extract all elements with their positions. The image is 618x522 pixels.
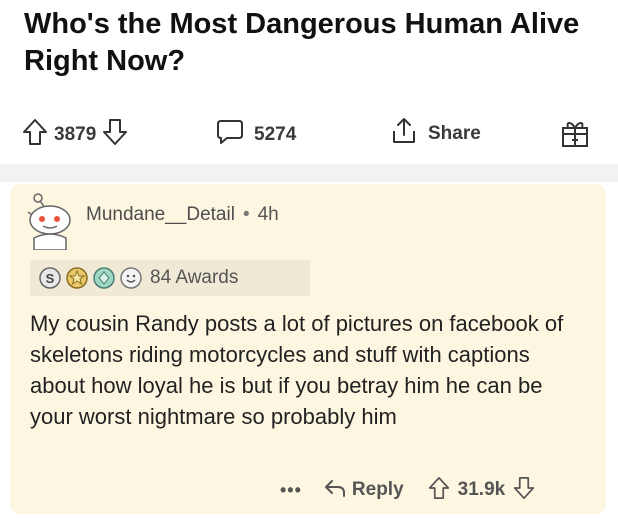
comment-score: 31.9k [457, 479, 506, 500]
award-button[interactable] [560, 118, 590, 153]
reply-button[interactable]: Reply [324, 478, 404, 503]
comments-button[interactable]: 5274 [216, 118, 296, 151]
comment-body: My cousin Randy posts a lot of pictures … [30, 311, 564, 429]
comment-username[interactable]: Mundane__Detail [86, 204, 235, 226]
comment-card: Mundane__Detail • 4h S 84 Awards My cous… [10, 184, 606, 514]
post-title: Who's the Most Dangerous Human Alive Rig… [24, 8, 580, 77]
post-vote-group: 3879 [22, 118, 128, 151]
wholesome-award-icon [119, 266, 143, 290]
comment-vote-group: 31.9k [428, 476, 536, 505]
awards-row[interactable]: S 84 Awards [30, 260, 310, 296]
downvote-arrow-icon[interactable] [513, 476, 535, 505]
awards-count: 84 Awards [150, 267, 239, 288]
upvote-arrow-icon[interactable] [22, 118, 48, 151]
comment-age: 4h [257, 204, 279, 225]
comment-count: 5274 [254, 123, 297, 145]
share-icon [390, 116, 418, 151]
share-label: Share [428, 122, 481, 144]
meta-separator: • [242, 204, 250, 225]
post-action-bar: 3879 5274 Share [0, 114, 618, 158]
reply-arrow-icon [324, 478, 346, 503]
reply-label: Reply [351, 479, 404, 500]
platinum-award-icon [92, 266, 116, 290]
avatar[interactable] [24, 192, 78, 255]
gold-award-icon [65, 266, 89, 290]
section-divider [0, 164, 618, 182]
more-options-button[interactable]: ••• [280, 480, 302, 501]
comment-actions: ••• Reply 31.9k [280, 476, 535, 504]
comment-meta: Mundane__Detail • 4h [86, 204, 279, 226]
gift-icon [560, 122, 590, 152]
downvote-arrow-icon[interactable] [102, 118, 128, 151]
upvote-arrow-icon[interactable] [428, 476, 450, 505]
silver-award-icon: S [38, 266, 62, 290]
svg-text:S: S [46, 271, 55, 286]
speech-bubble-icon [216, 118, 244, 151]
post-score: 3879 [54, 123, 97, 145]
share-button[interactable]: Share [390, 116, 481, 151]
